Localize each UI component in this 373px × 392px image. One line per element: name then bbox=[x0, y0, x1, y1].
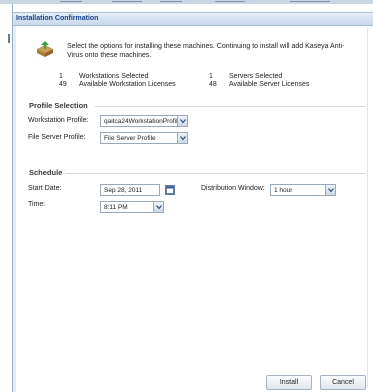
start-date-label: Start Date: bbox=[28, 185, 62, 192]
background-window-marker bbox=[8, 34, 10, 43]
dialog-title-bar[interactable]: Installation Confirmation bbox=[13, 12, 373, 26]
distribution-window-label: Distribution Window: bbox=[201, 185, 265, 192]
cancel-button[interactable]: Cancel bbox=[320, 375, 366, 390]
chevron-down-icon bbox=[180, 136, 186, 141]
workstation-licenses-label: Available Workstation Licenses bbox=[79, 81, 176, 88]
workstation-profile-label: Workstation Profile: bbox=[28, 117, 89, 124]
installation-confirmation-dialog: Installation Confirmation Select the opt… bbox=[12, 4, 373, 392]
background-strip-mark bbox=[60, 1, 82, 2]
calendar-picker-button[interactable] bbox=[165, 185, 175, 195]
workstations-selected-count: 1 bbox=[59, 73, 63, 80]
file-server-profile-dropdown-button[interactable] bbox=[177, 133, 187, 143]
background-strip-mark bbox=[112, 1, 142, 2]
start-date-input[interactable]: Sep 28, 2011 bbox=[100, 184, 160, 196]
background-strip-mark bbox=[215, 1, 245, 2]
install-package-icon bbox=[37, 41, 53, 57]
dialog-left-edge bbox=[13, 26, 16, 392]
intro-text: Select the options for installing these … bbox=[67, 43, 345, 59]
chevron-down-icon bbox=[328, 188, 334, 193]
workstation-profile-select[interactable]: qaitca24WorkstationProfile bbox=[100, 115, 188, 127]
workstation-profile-dropdown-button[interactable] bbox=[177, 116, 187, 126]
servers-selected-label: Servers Selected bbox=[229, 73, 283, 80]
time-select[interactable]: 8:11 PM bbox=[100, 201, 164, 213]
calendar-icon bbox=[166, 186, 174, 194]
start-date-value: Sep 28, 2011 bbox=[104, 187, 143, 194]
distribution-window-value: 1 hour bbox=[274, 187, 293, 194]
dialog-right-edge bbox=[367, 28, 368, 388]
background-strip-mark bbox=[290, 1, 330, 2]
profile-selection-rule bbox=[95, 106, 365, 107]
file-server-profile-label: File Server Profile: bbox=[28, 134, 86, 141]
time-label: Time: bbox=[28, 201, 46, 208]
chevron-down-icon bbox=[156, 205, 162, 210]
dialog-title: Installation Confirmation bbox=[16, 15, 99, 22]
schedule-rule bbox=[65, 173, 365, 174]
workstation-licenses-count: 49 bbox=[59, 81, 67, 88]
install-button[interactable]: Install bbox=[266, 375, 312, 390]
file-server-profile-value: File Server Profile bbox=[104, 135, 156, 142]
distribution-window-dropdown-button[interactable] bbox=[325, 185, 335, 195]
time-value: 8:11 PM bbox=[104, 204, 128, 211]
file-server-profile-select[interactable]: File Server Profile bbox=[100, 132, 188, 144]
servers-selected-count: 1 bbox=[209, 73, 213, 80]
server-licenses-label: Available Server Licenses bbox=[229, 81, 310, 88]
distribution-window-select[interactable]: 1 hour bbox=[270, 184, 336, 196]
profile-selection-title: Profile Selection bbox=[29, 101, 88, 110]
time-dropdown-button[interactable] bbox=[153, 202, 163, 212]
background-strip-mark bbox=[160, 1, 182, 2]
server-licenses-count: 48 bbox=[209, 81, 217, 88]
workstations-selected-label: Workstations Selected bbox=[79, 73, 149, 80]
chevron-down-icon bbox=[180, 119, 186, 124]
schedule-title: Schedule bbox=[29, 168, 63, 177]
workstation-profile-value: qaitca24WorkstationProfile bbox=[104, 118, 177, 125]
